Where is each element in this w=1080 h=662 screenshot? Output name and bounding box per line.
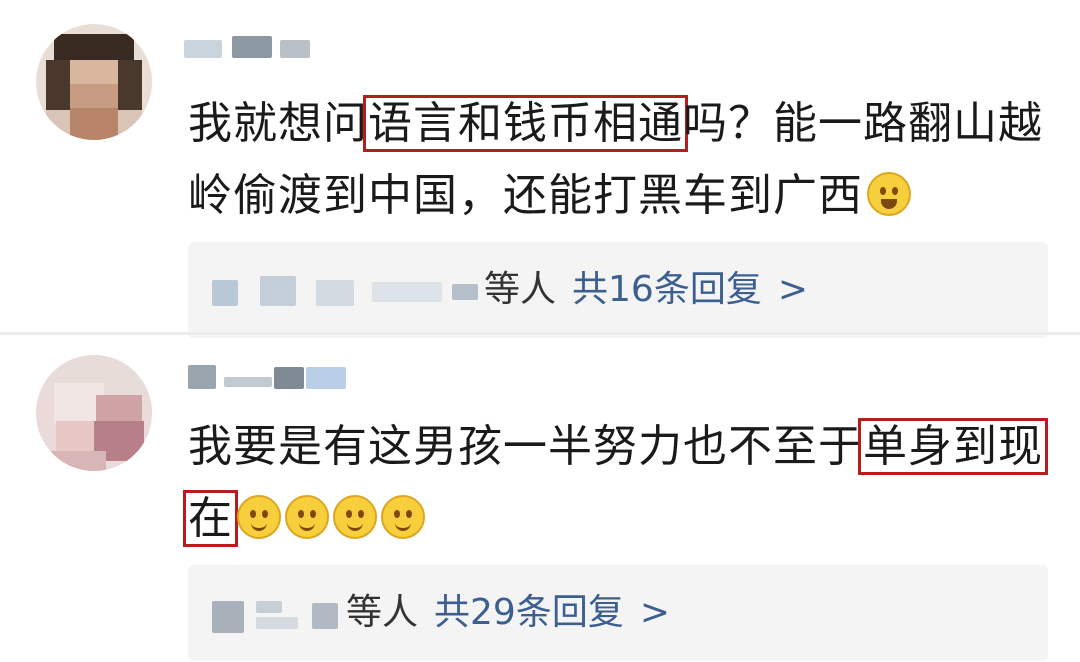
highlight-box: 在: [183, 490, 238, 547]
slight-smile-emoji-icon: [285, 495, 329, 539]
replies-preview[interactable]: 等人 共16条回复 >: [188, 242, 1048, 338]
reply-count-link[interactable]: 等人 共16条回复 >: [484, 264, 808, 316]
slight-smile-emoji-icon: [333, 495, 377, 539]
slight-smile-emoji-icon: [237, 495, 281, 539]
reply-names-blurred: [212, 270, 482, 310]
comment-text: 我要是有这男孩一半努力也不至于单身到现 在: [183, 411, 1058, 555]
avatar[interactable]: [36, 355, 152, 471]
highlight-box: 单身到现: [858, 418, 1048, 475]
comment-item: 我要是有这男孩一半努力也不至于单身到现 在 等人 共29条回复 >: [0, 335, 1080, 662]
reply-count-link[interactable]: 等人 共29条回复 >: [346, 587, 670, 639]
username-blurred[interactable]: [184, 28, 344, 68]
chevron-right-icon: >: [639, 592, 670, 633]
laughing-tears-emoji-icon: [867, 172, 911, 216]
replies-preview[interactable]: 等人 共29条回复 >: [188, 565, 1048, 661]
slight-smile-emoji-icon: [381, 495, 425, 539]
comment-text: 我就想问语言和钱币相通吗？能一路翻山越 岭偷渡到中国，还能打黑车到广西: [188, 88, 1058, 232]
avatar[interactable]: [36, 24, 152, 140]
chevron-right-icon: >: [777, 269, 808, 310]
comment-item: 我就想问语言和钱币相通吗？能一路翻山越 岭偷渡到中国，还能打黑车到广西 等人 共1…: [0, 0, 1080, 338]
highlight-box: 语言和钱币相通: [363, 95, 688, 152]
username-blurred[interactable]: [188, 349, 348, 389]
